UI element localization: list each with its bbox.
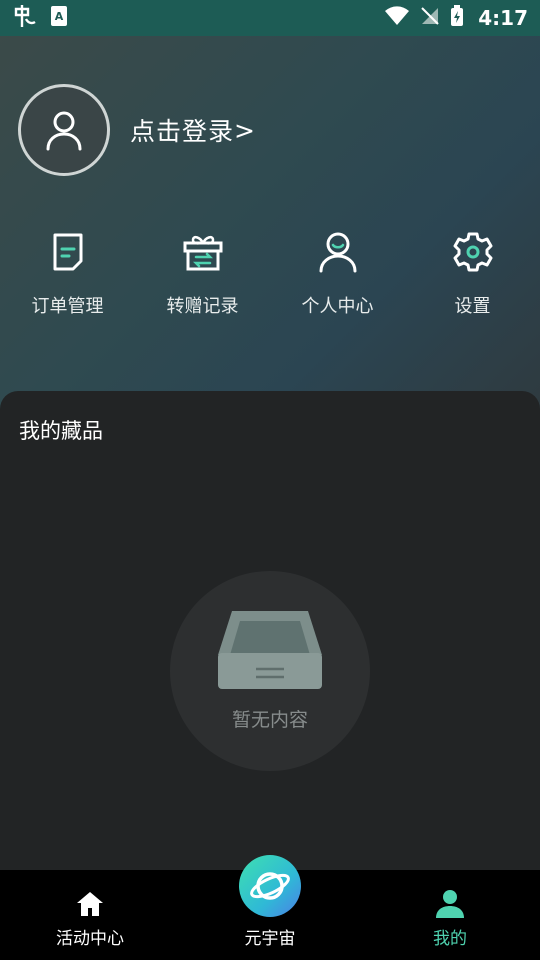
quick-action-transfers[interactable]: 转赠记录 [135,228,270,318]
quick-action-settings[interactable]: 设置 [405,228,540,318]
empty-text: 暂无内容 [231,709,308,731]
chevron-right-icon: > [234,115,256,145]
quick-action-personal-center[interactable]: 个人中心 [270,228,405,318]
planet-icon [250,872,290,900]
collection-title: 我的藏品 [19,419,103,443]
login-area[interactable]: 点击登录 > [18,84,256,176]
tab-activity-label: 活动中心 [56,929,124,949]
personal-center-label: 个人中心 [301,296,374,317]
order-doc-icon [53,233,82,271]
login-label: 点击登录 [130,117,235,146]
user-outline-icon [46,111,82,151]
person-smile-icon [319,232,356,273]
profile-header-background [0,0,540,420]
my-collection-card: 我的藏品 暂无内容 [0,391,540,881]
user-icon [436,890,464,918]
status-bar: A 4:17 [0,0,540,36]
app-notification-icon [12,3,38,34]
metaverse-orb-button[interactable] [239,855,301,917]
no-signal-icon [420,6,440,31]
transfers-label: 转赠记录 [166,296,239,317]
clock: 4:17 [478,6,528,30]
battery-charging-icon [450,4,464,32]
home-icon [77,892,103,916]
tab-activity-center[interactable]: 活动中心 [0,870,180,960]
tab-mine-label: 我的 [433,929,467,949]
tab-mine[interactable]: 我的 [360,870,540,960]
svg-text:A: A [55,10,64,23]
keyboard-notification-icon: A [50,5,68,32]
empty-tray-icon [218,611,322,689]
settings-label: 设置 [454,296,491,317]
empty-state: 暂无内容 [170,571,370,771]
wifi-icon [384,5,410,31]
quick-action-orders[interactable]: 订单管理 [0,228,135,318]
tab-metaverse-label: 元宇宙 [244,929,296,949]
quick-actions: 订单管理 转赠记录 个人中心 设置 [0,228,540,318]
gift-transfer-icon [183,235,222,271]
avatar[interactable] [18,84,110,176]
login-link[interactable]: 点击登录 > [130,112,256,148]
orders-label: 订单管理 [31,296,104,317]
gear-icon [453,232,492,272]
